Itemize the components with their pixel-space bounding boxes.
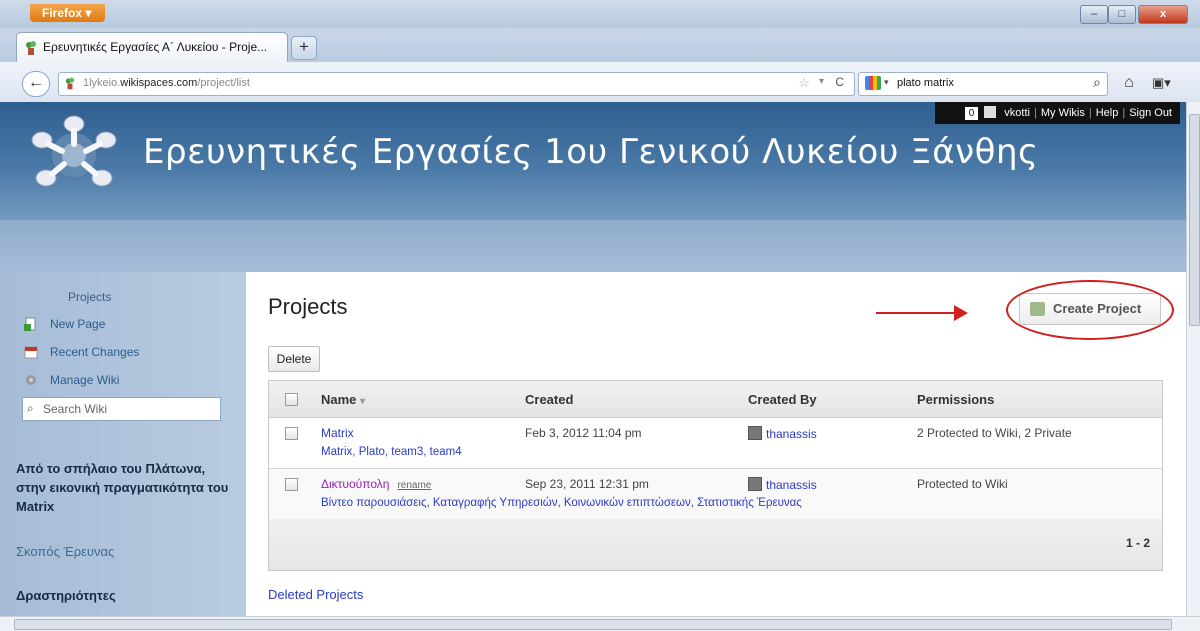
close-button[interactable]: x xyxy=(1138,5,1188,24)
tab-title: Ερευνητικές Εργασίες Α΄ Λυκείου - Proje.… xyxy=(43,40,268,54)
row-checkbox[interactable] xyxy=(285,427,298,440)
sidebar-item-label: New Page xyxy=(50,317,106,331)
back-button[interactable]: ← xyxy=(22,71,50,97)
search-input[interactable]: plato matrix xyxy=(897,77,954,89)
url-text: 1lykeio.wikispaces.com/project/list xyxy=(83,77,250,89)
new-page-icon xyxy=(24,317,36,331)
rename-link[interactable]: rename xyxy=(397,480,431,491)
search-bar[interactable]: ▾ plato matrix ⌕ xyxy=(858,72,1108,96)
user-bar: 0 vkotti | My Wikis | Help | Sign Out xyxy=(934,102,1180,124)
main-content: Projects Create Project Delete Name ▾ Cr… xyxy=(246,272,1186,616)
created-date: Feb 3, 2012 11:04 pm xyxy=(525,426,642,440)
created-by-link[interactable]: thanassis xyxy=(748,477,817,492)
horizontal-scrollbar[interactable] xyxy=(0,616,1200,631)
annotation-ellipse xyxy=(1006,280,1174,340)
header-strip xyxy=(0,220,1186,272)
pagination: 1 - 2 xyxy=(1125,536,1150,550)
page-title: Projects xyxy=(268,294,348,319)
user-avatar-icon xyxy=(984,106,997,118)
notification-count[interactable]: 0 xyxy=(964,107,979,120)
row-checkbox[interactable] xyxy=(285,478,298,491)
hands-circle-logo-icon xyxy=(31,115,117,187)
deleted-projects-link[interactable]: Deleted Projects xyxy=(268,587,363,602)
project-name-link[interactable]: Matrix xyxy=(321,426,354,440)
search-icon[interactable]: ⌕ xyxy=(1093,74,1101,91)
sidebar-item-new-page[interactable]: New Page xyxy=(24,317,105,331)
sort-arrow-icon: ▾ xyxy=(360,396,366,407)
table-row: Δικτυούπολη rename Βίντεο παρουσιάσεις, Κ… xyxy=(269,469,1162,520)
tab-strip: Ερευνητικές Εργασίες Α΄ Λυκείου - Proje.… xyxy=(0,28,1200,63)
maximize-button[interactable]: □ xyxy=(1108,5,1136,24)
bookmark-star-icon[interactable]: ☆ xyxy=(798,75,810,91)
my-wikis-link[interactable]: My Wikis xyxy=(1041,107,1085,119)
url-prefix: 1lykeio. xyxy=(83,77,121,89)
username-link[interactable]: vkotti xyxy=(1004,107,1030,119)
project-tags[interactable]: Βίντεο παρουσιάσεις, Καταγραφής Υπηρεσιώ… xyxy=(321,497,802,509)
sidebar: Projects New Page Recent Changes Manage … xyxy=(0,272,246,616)
plant-favicon-icon xyxy=(26,41,36,55)
gear-icon xyxy=(26,375,36,385)
sidebar-project-title[interactable]: Από το σπήλαιο του Πλάτωνα, στην εικονικ… xyxy=(16,459,238,516)
nav-bar: ← 1lykeio.wikispaces.com/project/list ☆ … xyxy=(0,62,1200,103)
engine-dropdown-icon[interactable]: ▾ xyxy=(884,77,889,88)
browser-window: Firefox ▾ – □ x Ερευνητικές Εργασίες Α΄ … xyxy=(0,0,1200,631)
sidebar-item-label: Recent Changes xyxy=(50,345,140,359)
user-avatar-icon xyxy=(748,477,762,491)
minimize-button[interactable]: – xyxy=(1080,5,1108,24)
search-placeholder: Search Wiki xyxy=(43,402,108,416)
help-link[interactable]: Help xyxy=(1096,107,1119,119)
annotation-arrow xyxy=(876,312,960,314)
back-arrow-icon: ← xyxy=(28,74,44,91)
table-footer: 1 - 2 xyxy=(269,519,1162,570)
vertical-scroll-thumb[interactable] xyxy=(1189,114,1200,326)
delete-button[interactable]: Delete xyxy=(268,346,320,372)
table-header: Name ▾ Created Created By Permissions xyxy=(269,381,1162,418)
column-header-created[interactable]: Created xyxy=(525,392,573,407)
sidebar-link-research-goal[interactable]: Σκοπός Έρευνας xyxy=(16,544,114,559)
firefox-menu-button[interactable]: Firefox ▾ xyxy=(30,4,106,22)
horizontal-scroll-thumb[interactable] xyxy=(14,619,1172,630)
sidebar-item-label: Manage Wiki xyxy=(50,373,120,387)
reload-icon[interactable]: C xyxy=(835,75,844,89)
annotation-arrow-head xyxy=(954,305,968,321)
projects-table: Name ▾ Created Created By Permissions Ma… xyxy=(268,380,1163,571)
history-dropdown-icon[interactable]: ▾ xyxy=(819,76,824,87)
url-path: /project/list xyxy=(197,77,250,89)
select-all-checkbox[interactable] xyxy=(285,393,298,406)
created-by-link[interactable]: thanassis xyxy=(748,426,817,441)
sidebar-item-recent-changes[interactable]: Recent Changes xyxy=(24,345,139,359)
new-tab-button[interactable]: + xyxy=(291,36,317,60)
column-header-created-by[interactable]: Created By xyxy=(748,392,817,407)
url-bar[interactable]: 1lykeio.wikispaces.com/project/list ☆ ▾ … xyxy=(58,72,855,96)
addons-icon[interactable]: ▣▾ xyxy=(1152,72,1182,94)
url-domain: wikispaces.com xyxy=(120,77,198,89)
search-icon: ⌕ xyxy=(27,401,34,415)
project-name-cell: Δικτυούπολη rename xyxy=(321,477,431,491)
google-engine-icon[interactable] xyxy=(865,76,881,90)
sidebar-item-manage-wiki[interactable]: Manage Wiki xyxy=(24,373,119,387)
column-header-permissions[interactable]: Permissions xyxy=(917,392,994,407)
home-icon[interactable]: ⌂ xyxy=(1117,72,1141,94)
site-header: Ερευνητικές Εργασίες 1ου Γενικού Λυκείου… xyxy=(0,102,1186,272)
plant-favicon-icon xyxy=(65,77,75,90)
site-title[interactable]: Ερευνητικές Εργασίες 1ου Γενικού Λυκείου… xyxy=(143,132,1038,172)
vertical-scrollbar[interactable] xyxy=(1186,102,1200,616)
project-tags[interactable]: Matrix, Plato, team3, team4 xyxy=(321,446,462,458)
created-date: Sep 23, 2011 12:31 pm xyxy=(525,477,649,491)
page-viewport: Ερευνητικές Εργασίες 1ου Γενικού Λυκείου… xyxy=(0,102,1186,616)
user-avatar-icon xyxy=(748,426,762,440)
project-name-link[interactable]: Δικτυούπολη xyxy=(321,477,389,491)
sign-out-link[interactable]: Sign Out xyxy=(1129,107,1172,119)
sidebar-heading[interactable]: Projects xyxy=(68,290,111,304)
search-wiki-input[interactable]: ⌕ Search Wiki xyxy=(22,397,221,421)
browser-tab[interactable]: Ερευνητικές Εργασίες Α΄ Λυκείου - Proje.… xyxy=(16,32,288,63)
calendar-icon xyxy=(24,346,38,359)
permissions-text: 2 Protected to Wiki, 2 Private xyxy=(917,426,1072,440)
column-header-name[interactable]: Name ▾ xyxy=(321,392,365,407)
sidebar-section-activities[interactable]: Δραστηριότητες xyxy=(16,588,116,603)
title-bar: Firefox ▾ – □ x xyxy=(0,0,1200,28)
table-row: Matrix Matrix, Plato, team3, team4 Feb 3… xyxy=(269,418,1162,469)
permissions-text: Protected to Wiki xyxy=(917,477,1008,491)
